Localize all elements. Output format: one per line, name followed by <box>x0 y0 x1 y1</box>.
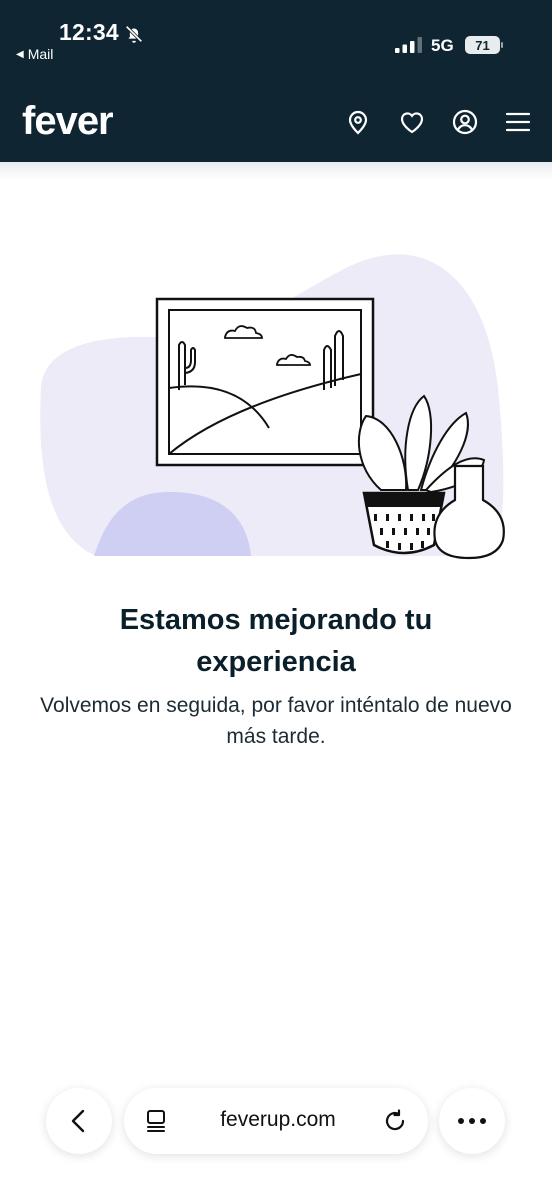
more-options-button[interactable] <box>439 1088 505 1154</box>
status-time: 12:34 <box>59 19 119 45</box>
heart-icon[interactable] <box>398 108 426 136</box>
bell-muted-icon <box>125 25 143 43</box>
network-type: 5G <box>431 36 454 55</box>
back-arrow-icon <box>71 1109 85 1133</box>
top-bar: 12:34 ◀ Mail 5G 71 fever <box>0 0 552 162</box>
reload-icon[interactable] <box>382 1108 408 1134</box>
header-shadow <box>0 162 552 180</box>
tabs-icon[interactable] <box>144 1108 170 1134</box>
battery-level: 71 <box>465 36 500 54</box>
back-to-app-link[interactable]: ◀ Mail <box>16 46 53 62</box>
back-app-label: Mail <box>27 46 54 62</box>
back-triangle-icon: ◀ <box>16 48 24 60</box>
address-bar[interactable]: feverup.com <box>124 1088 428 1154</box>
plant-pot-rim <box>364 493 444 507</box>
battery-nub <box>501 42 503 48</box>
signal-icon <box>395 37 422 53</box>
user-icon[interactable] <box>451 108 479 136</box>
more-icon <box>458 1118 486 1124</box>
location-pin-icon[interactable] <box>344 108 372 136</box>
menu-icon[interactable] <box>504 108 532 136</box>
battery-icon: 71 <box>465 36 503 54</box>
fever-logo[interactable]: fever <box>22 97 114 145</box>
browser-back-button[interactable] <box>46 1088 112 1154</box>
page-title: Estamos mejorando tu experiencia <box>119 604 433 678</box>
page-subtitle: Volvemos en seguida, por favor inténtalo… <box>40 694 512 748</box>
status-bar: 12:34 ◀ Mail 5G 71 <box>0 0 552 80</box>
maintenance-illustration <box>40 254 505 560</box>
url-text[interactable]: feverup.com <box>208 1108 348 1132</box>
